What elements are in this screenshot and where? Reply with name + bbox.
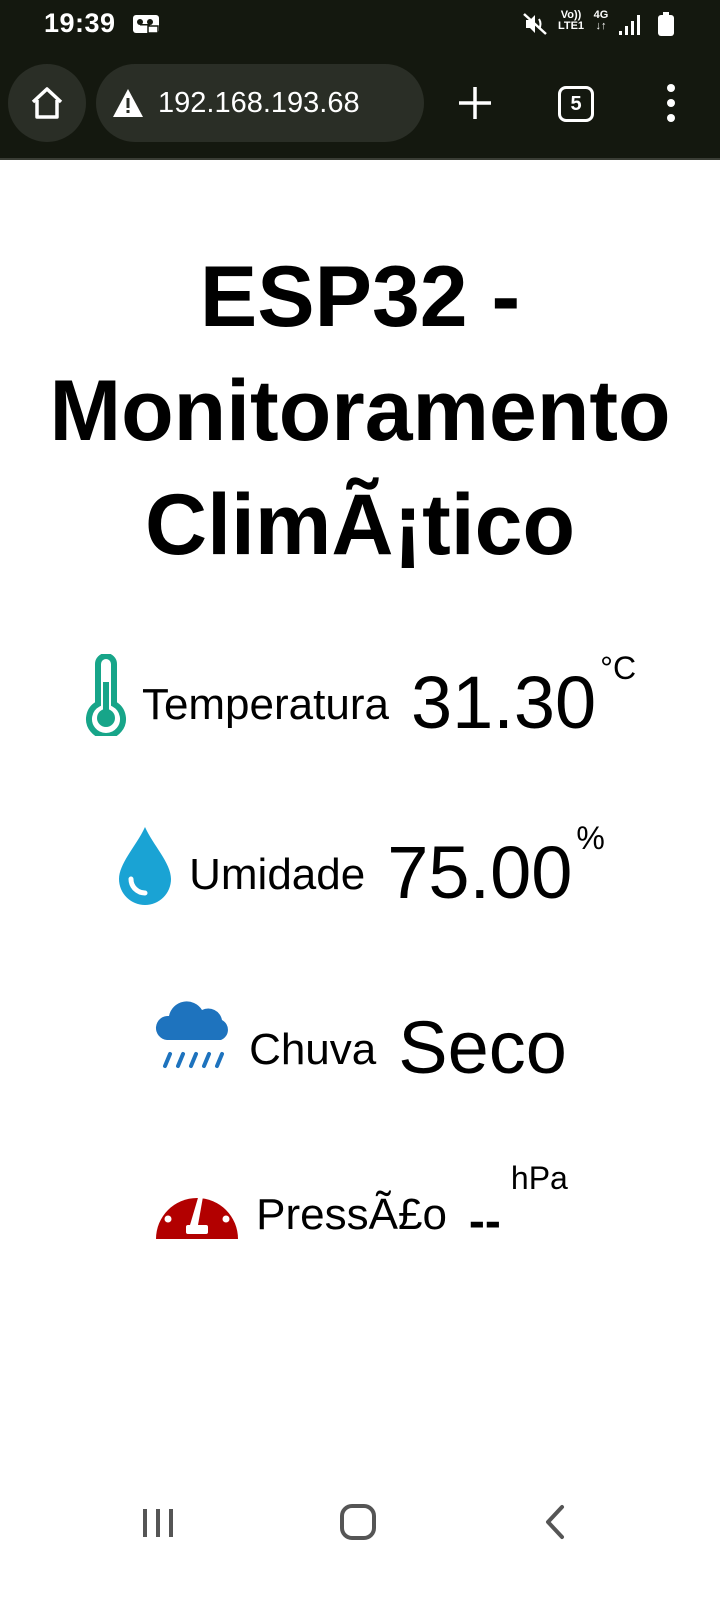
humidity-value: 75.00 bbox=[387, 831, 573, 914]
new-tab-button[interactable] bbox=[452, 80, 498, 126]
gauge-icon bbox=[156, 1181, 239, 1239]
home-icon[interactable] bbox=[338, 1502, 378, 1542]
rain-label: Chuva bbox=[249, 1025, 377, 1074]
humidity-unit: % bbox=[576, 820, 605, 856]
pressure-value: -- bbox=[468, 1195, 501, 1248]
reading-rain: Chuva Seco bbox=[0, 985, 720, 1085]
volte-indicator: Vo)) LTE1 bbox=[557, 9, 585, 32]
reading-humidity: Umidade 75.00 % bbox=[0, 820, 720, 910]
tab-count: 5 bbox=[570, 92, 582, 115]
network-indicator: 4G ↓↑ bbox=[593, 9, 609, 32]
humidity-label: Umidade bbox=[189, 850, 366, 899]
page-title: ESP32 - Monitoramento ClimÃ¡tico bbox=[49, 249, 671, 573]
system-nav-bar bbox=[0, 1480, 720, 1600]
temperature-label: Temperatura bbox=[141, 680, 389, 729]
recents-icon[interactable] bbox=[138, 1504, 178, 1542]
reading-temperature: Temperatura 31.30 °C bbox=[0, 650, 720, 740]
browser-home-button[interactable] bbox=[8, 64, 86, 142]
pressure-label: PressÃ£o bbox=[256, 1190, 447, 1239]
rain-value: Seco bbox=[398, 1006, 567, 1089]
mute-vibrate-icon bbox=[523, 13, 547, 35]
warning-icon bbox=[113, 89, 143, 117]
water-drop-icon bbox=[119, 827, 172, 905]
url-text: 192.168.193.68 bbox=[158, 86, 360, 119]
temperature-value: 31.30 bbox=[410, 661, 597, 744]
url-bar[interactable]: 192.168.193.68 bbox=[96, 64, 424, 142]
temperature-unit: °C bbox=[600, 650, 637, 686]
voicemail-icon bbox=[133, 15, 159, 34]
pressure-unit: hPa bbox=[510, 1160, 568, 1196]
signal-icon bbox=[619, 15, 640, 35]
status-time: 19:39 bbox=[44, 8, 116, 38]
thermometer-icon bbox=[86, 654, 126, 736]
tab-switcher-button[interactable]: 5 bbox=[558, 86, 594, 122]
home-icon bbox=[31, 87, 63, 119]
cloud-rain-icon bbox=[156, 1001, 229, 1068]
status-bar: 19:39 Vo)) LTE1 4G ↓↑ bbox=[0, 0, 720, 50]
browser-toolbar: 192.168.193.68 5 bbox=[0, 50, 720, 160]
back-icon[interactable] bbox=[540, 1502, 570, 1542]
battery-icon bbox=[658, 12, 674, 36]
menu-more-icon[interactable] bbox=[656, 80, 686, 126]
reading-pressure: PressÃ£o -- hPa bbox=[0, 1160, 720, 1250]
